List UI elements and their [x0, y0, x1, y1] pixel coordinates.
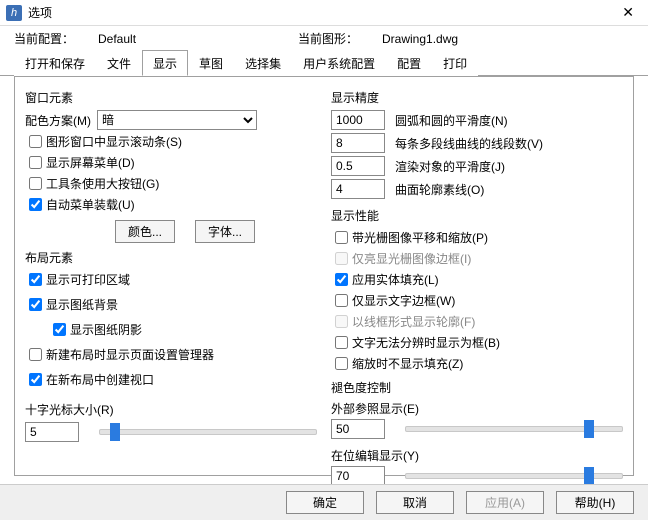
display-panel: 窗口元素 配色方案(M) 暗 图形窗口中显示滚动条(S) 显示屏幕菜单(D) 工…	[14, 76, 634, 476]
current-config-label: 当前配置：	[14, 30, 98, 47]
current-config-value: Default	[98, 32, 298, 46]
tab-print[interactable]: 打印	[432, 50, 478, 76]
pline-segments-input[interactable]	[331, 133, 385, 153]
layout-elements-title: 布局元素	[25, 249, 317, 266]
help-button[interactable]: 帮助(H)	[556, 491, 634, 514]
window-title: 选项	[28, 4, 52, 21]
tab-selection[interactable]: 选择集	[234, 50, 292, 76]
crosshair-title: 十字光标大小(R)	[25, 401, 317, 418]
current-drawing-label: 当前图形：	[298, 30, 382, 47]
cb-no-fill-on-zoom[interactable]: 缩放时不显示填充(Z)	[331, 354, 623, 373]
config-row: 当前配置： Default 当前图形： Drawing1.dwg	[0, 26, 648, 49]
color-scheme-label: 配色方案(M)	[25, 112, 91, 129]
tab-files[interactable]: 文件	[96, 50, 142, 76]
cb-printable-area[interactable]: 显示可打印区域	[25, 270, 317, 289]
cb-create-viewport[interactable]: 在新布局中创建视口	[25, 370, 317, 389]
display-performance-title: 显示性能	[331, 207, 623, 224]
app-icon: h	[6, 5, 22, 21]
display-precision-title: 显示精度	[331, 89, 623, 106]
cb-text-as-box[interactable]: 文字无法分辨时显示为框(B)	[331, 333, 623, 352]
cb-screen-menu[interactable]: 显示屏幕菜单(D)	[25, 153, 317, 172]
titlebar: h 选项 ✕	[0, 0, 648, 26]
inplace-fade-label: 在位编辑显示(Y)	[331, 447, 623, 464]
fade-control-title: 褪色度控制	[331, 379, 623, 396]
cb-highlight-raster-frame: 仅亮显光栅图像边框(I)	[331, 249, 623, 268]
crosshair-slider[interactable]	[99, 425, 317, 439]
ok-button[interactable]: 确定	[286, 491, 364, 514]
xref-fade-input[interactable]	[331, 419, 385, 439]
dialog-buttons: 确定 取消 应用(A) 帮助(H)	[0, 484, 648, 520]
tab-sketch[interactable]: 草图	[188, 50, 234, 76]
tab-user-prefs[interactable]: 用户系统配置	[292, 50, 386, 76]
tab-profiles[interactable]: 配置	[386, 50, 432, 76]
cancel-button[interactable]: 取消	[376, 491, 454, 514]
surface-isolines-input[interactable]	[331, 179, 385, 199]
cb-wireframe-silhouette: 以线框形式显示轮廓(F)	[331, 312, 623, 331]
cb-raster-panzoom[interactable]: 带光栅图像平移和缩放(P)	[331, 228, 623, 247]
cb-text-frame-only[interactable]: 仅显示文字边框(W)	[331, 291, 623, 310]
cb-paper-shadow[interactable]: 显示图纸阴影	[49, 320, 317, 339]
cb-page-setup-manager[interactable]: 新建布局时显示页面设置管理器	[25, 345, 317, 364]
cb-solid-fill[interactable]: 应用实体填充(L)	[331, 270, 623, 289]
crosshair-size-input[interactable]	[25, 422, 79, 442]
fonts-button[interactable]: 字体...	[195, 220, 255, 243]
window-elements-title: 窗口元素	[25, 89, 317, 106]
xref-fade-label: 外部参照显示(E)	[331, 400, 623, 417]
close-icon[interactable]: ✕	[614, 4, 642, 21]
cb-autoload-menu[interactable]: 自动菜单装载(U)	[25, 195, 317, 214]
inplace-fade-input[interactable]	[331, 466, 385, 486]
pline-segments-label: 每条多段线曲线的线段数(V)	[395, 135, 543, 152]
render-smoothness-input[interactable]	[331, 156, 385, 176]
render-smoothness-label: 渲染对象的平滑度(J)	[395, 158, 505, 175]
tabbar: 打开和保存 文件 显示 草图 选择集 用户系统配置 配置 打印	[0, 49, 648, 76]
cb-big-buttons[interactable]: 工具条使用大按钮(G)	[25, 174, 317, 193]
color-scheme-select[interactable]: 暗	[97, 110, 257, 130]
arc-smoothness-input[interactable]	[331, 110, 385, 130]
cb-scrollbars[interactable]: 图形窗口中显示滚动条(S)	[25, 132, 317, 151]
current-drawing-value: Drawing1.dwg	[382, 32, 582, 46]
inplace-fade-slider[interactable]	[405, 469, 623, 483]
arc-smoothness-label: 圆弧和圆的平滑度(N)	[395, 112, 508, 129]
tab-display[interactable]: 显示	[142, 50, 188, 76]
cb-paper-background[interactable]: 显示图纸背景	[25, 295, 317, 314]
apply-button: 应用(A)	[466, 491, 544, 514]
colors-button[interactable]: 颜色...	[115, 220, 175, 243]
xref-fade-slider[interactable]	[405, 422, 623, 436]
tab-open-save[interactable]: 打开和保存	[14, 50, 96, 76]
surface-isolines-label: 曲面轮廓素线(O)	[395, 181, 484, 198]
